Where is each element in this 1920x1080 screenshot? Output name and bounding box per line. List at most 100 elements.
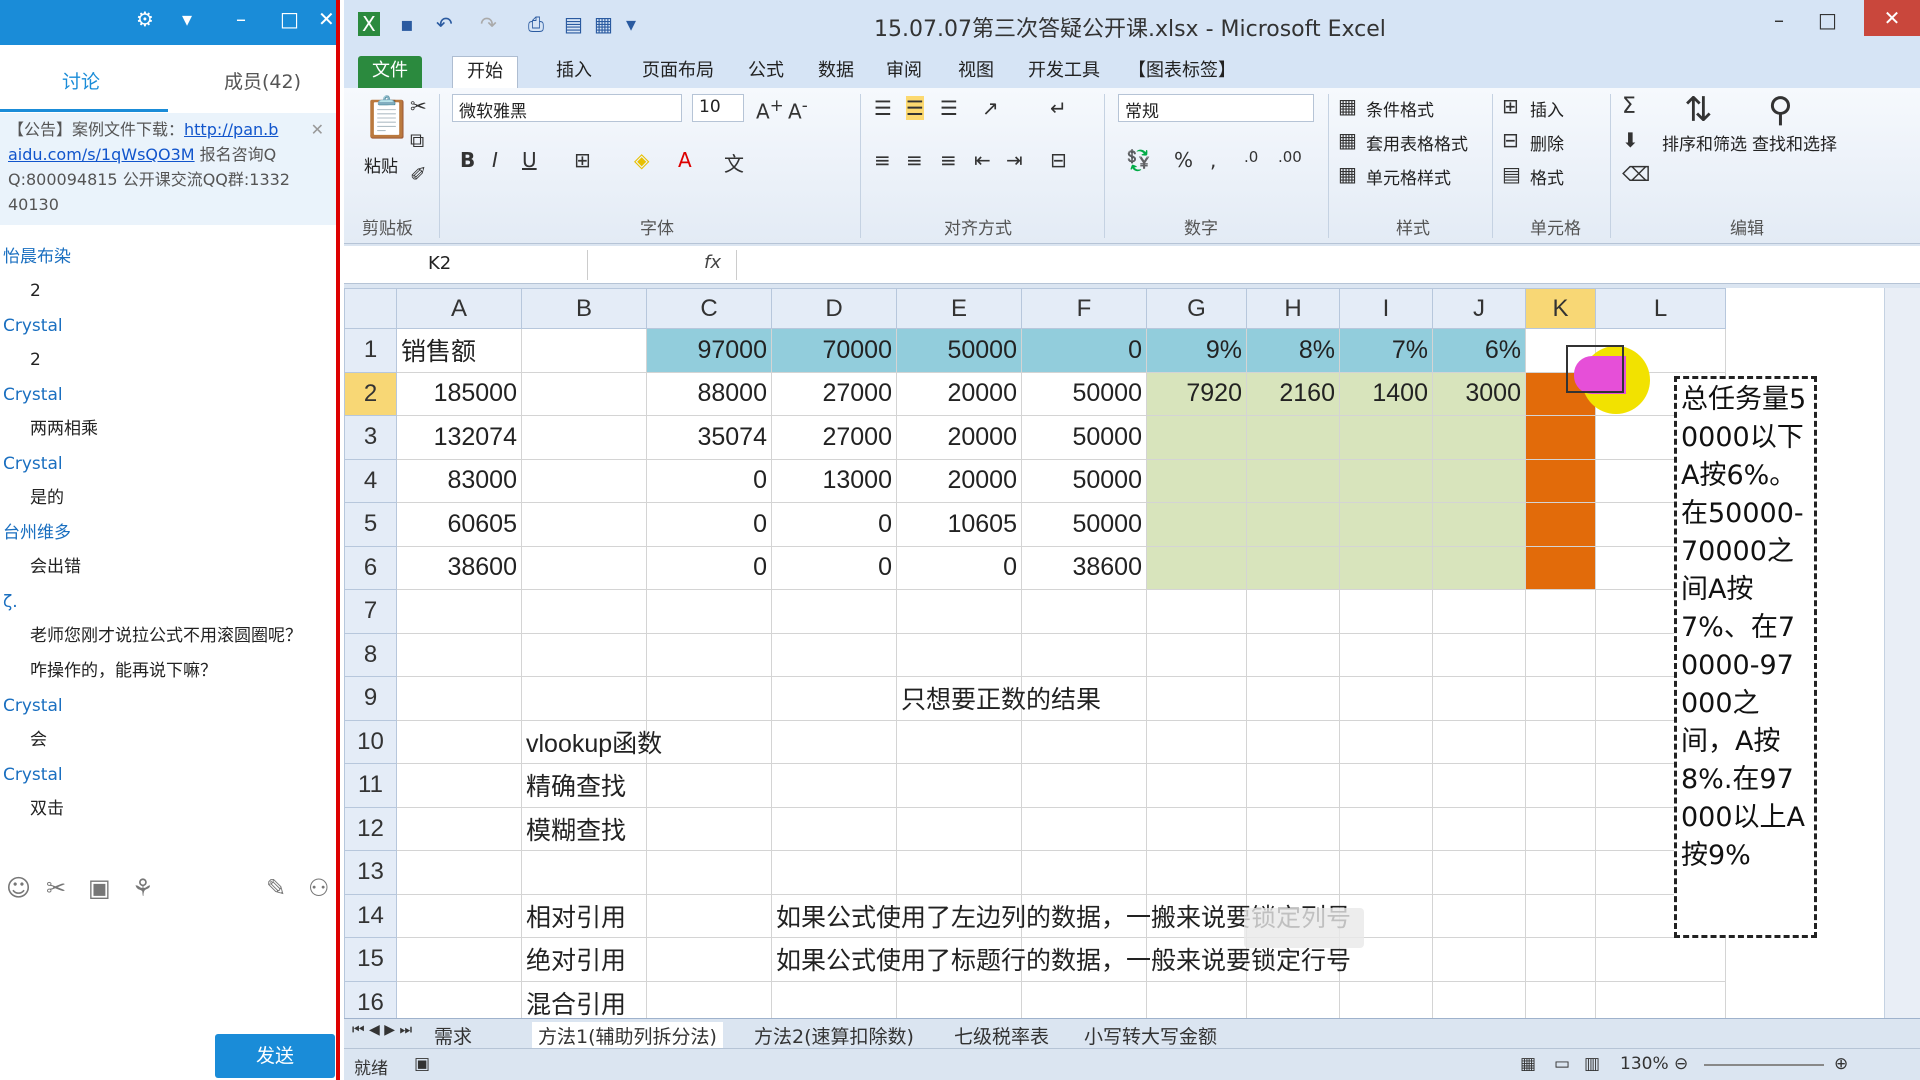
minimize-icon[interactable]: – [236,7,246,31]
column-header[interactable]: C [646,288,772,329]
ribbon-tab-8[interactable]: 开发工具 [1014,56,1114,88]
accounting-icon[interactable]: 💱 [1126,148,1151,172]
cell[interactable]: 2160 [1246,371,1340,416]
row-header[interactable]: 9 [344,676,397,721]
close-icon[interactable]: ✕ [318,7,335,31]
send-button[interactable]: 发送 [215,1034,335,1078]
close-icon[interactable]: ✕ [1864,0,1920,36]
row-header[interactable]: 5 [344,502,397,547]
cell[interactable] [1339,676,1433,721]
cell[interactable] [396,676,522,721]
cell[interactable] [1339,806,1433,851]
cell[interactable] [1021,806,1147,851]
tab-nav-icon[interactable]: ⏮ ◀ ▶ ⏭ [352,1022,412,1038]
cell[interactable] [1021,589,1147,634]
formula-input[interactable] [736,250,1886,280]
cell[interactable] [896,632,1022,677]
cell[interactable] [1339,545,1433,590]
cell[interactable] [1525,458,1596,503]
cell[interactable]: 7% [1339,328,1433,373]
cell[interactable] [771,719,897,764]
cell[interactable] [1339,502,1433,547]
message-sender[interactable]: Crystal [0,309,320,343]
column-header[interactable]: G [1146,288,1247,329]
cell[interactable] [896,806,1022,851]
cell[interactable] [1146,980,1247,1018]
cell[interactable] [521,676,647,721]
cell[interactable] [396,719,522,764]
cell[interactable]: 0 [646,458,772,503]
cell[interactable]: 83000 [396,458,522,503]
view-pagebreak-icon[interactable]: ▥ [1584,1054,1600,1074]
worksheet-grid[interactable]: A B C D E F G H I J K L 1 销售额 97000 70000 50000 0 9% 8% 7% 6%… [344,288,1884,1018]
cell[interactable] [521,458,647,503]
cell[interactable] [1432,632,1526,677]
cell[interactable] [1525,850,1596,895]
ribbon-tab-7[interactable]: 视图 [944,56,1008,88]
font-name-select[interactable]: 微软雅黑 [452,94,682,122]
cell[interactable]: 10605 [896,502,1022,547]
message-sender[interactable]: Crystal [0,689,320,723]
cell[interactable] [1339,719,1433,764]
cell[interactable]: 相对引用 [521,893,647,938]
cell[interactable] [1146,719,1247,764]
cell[interactable] [1021,850,1147,895]
column-header[interactable]: D [771,288,897,329]
cell[interactable]: 60605 [396,502,522,547]
wrap-text-icon[interactable]: ↵ [1050,96,1067,120]
cell[interactable] [1021,632,1147,677]
tab-members[interactable]: 成员(42) [224,67,301,94]
cell[interactable]: 70000 [771,328,897,373]
cell[interactable]: 0 [646,502,772,547]
zoom-out-icon[interactable]: ⊖ [1674,1054,1688,1074]
cell[interactable] [1525,502,1596,547]
cell[interactable] [1146,458,1247,503]
cell[interactable]: 销售额 [396,328,522,373]
row-header[interactable]: 2 [344,371,397,416]
cell[interactable]: 38600 [1021,545,1147,590]
ribbon-tab-9[interactable]: 【图表标签】 [1114,56,1250,88]
cell[interactable] [896,763,1022,808]
cell[interactable] [1339,458,1433,503]
zoom-level[interactable]: 130% [1620,1054,1669,1074]
cell[interactable] [521,589,647,634]
cell[interactable] [1525,676,1596,721]
cell[interactable]: 1400 [1339,371,1433,416]
align-right-icon[interactable]: ≡ [940,148,957,172]
cell[interactable] [1146,676,1247,721]
column-header[interactable]: B [521,288,647,329]
cell[interactable] [1432,545,1526,590]
select-all-corner[interactable] [344,288,397,329]
close-icon[interactable]: ✕ [311,117,324,142]
format-icon[interactable]: ▤ [1502,162,1521,186]
cell[interactable] [1339,763,1433,808]
cell[interactable]: 20000 [896,415,1022,460]
cell[interactable] [1525,937,1596,982]
cell[interactable]: 绝对引用 [521,937,647,982]
percent-icon[interactable]: % [1174,148,1193,172]
emoji-icon[interactable]: ☺ [6,874,31,902]
name-box[interactable]: K2 [348,250,588,280]
message-sender[interactable]: Crystal [0,378,320,412]
fill-color-icon[interactable]: ◈ [634,148,649,172]
cell[interactable] [771,980,897,1018]
cell[interactable] [1246,980,1340,1018]
ribbon-tab-4[interactable]: 公式 [734,56,798,88]
cell[interactable] [521,545,647,590]
row-header[interactable]: 15 [344,937,397,982]
shrink-font-icon[interactable]: A- [788,96,808,124]
message-sender[interactable]: Crystal [0,447,320,481]
cell[interactable] [1432,850,1526,895]
align-left-icon[interactable]: ≡ [874,148,891,172]
cell[interactable] [1246,632,1340,677]
cell[interactable] [1246,458,1340,503]
row-header[interactable]: 10 [344,719,397,764]
view-layout-icon[interactable]: ▭ [1554,1054,1570,1074]
cell[interactable] [771,589,897,634]
cell[interactable]: 185000 [396,371,522,416]
cell[interactable] [396,980,522,1018]
message-sender[interactable]: 台州维多 [0,516,320,550]
cell[interactable]: 0 [1021,328,1147,373]
cell[interactable] [896,980,1022,1018]
paste-button[interactable]: 粘贴 [364,152,398,177]
